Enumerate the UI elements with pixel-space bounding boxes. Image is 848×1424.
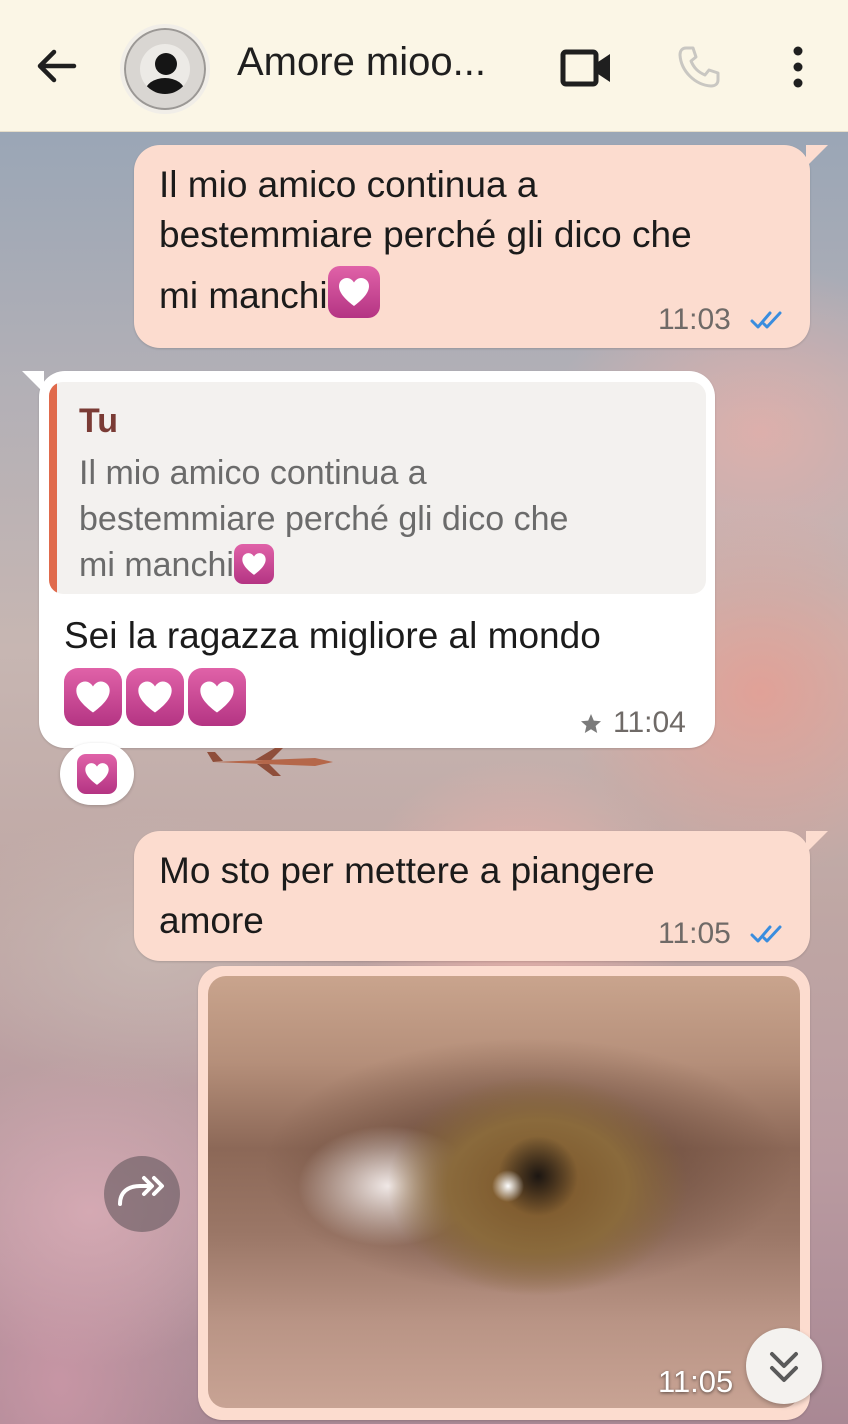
heart-emoji-icon [188,668,246,726]
quote-text: Il mio amico continua a bestemmiare perc… [79,450,699,588]
photo-eye-closeup[interactable] [208,976,800,1408]
quote-line: bestemmiare perché gli dico che [79,500,569,538]
forward-icon [118,1176,164,1206]
message-time: 11:03 [658,303,731,336]
arrow-left-icon [37,49,77,83]
heart-emoji-icon [126,668,184,726]
video-call-button[interactable] [560,46,614,90]
message-reaction[interactable] [60,743,134,805]
message-text: Il mio amico continua a bestemmiare perc… [159,160,799,321]
message-time: 11:05 [658,917,731,950]
quoted-message[interactable]: Tu Il mio amico continua a bestemmiare p… [49,382,706,594]
person-icon [145,53,185,94]
bubble-tail [806,145,828,167]
video-camera-icon [560,49,610,87]
scroll-to-bottom-button[interactable] [746,1328,822,1404]
image-message[interactable] [198,966,810,1420]
contact-name[interactable]: Amore mioo... [237,40,486,85]
voice-call-button[interactable] [676,44,722,90]
more-vertical-icon [793,46,803,88]
message-time: 11:04 [613,706,686,739]
quote-author: Tu [79,402,119,440]
forward-button[interactable] [104,1156,180,1232]
chevron-double-down-icon [770,1352,798,1382]
star-icon [581,714,601,733]
more-options-button[interactable] [786,44,810,90]
emoji-row [64,668,246,726]
message-line: Mo sto per mettere a piangere [159,850,655,891]
heart-emoji-icon [327,266,380,318]
heart-emoji-icon [233,544,274,584]
bubble-tail [22,371,44,393]
message-line: Il mio amico continua a [159,164,538,205]
heart-emoji-icon [77,754,117,794]
message-line: bestemmiare perché gli dico che [159,214,692,255]
read-ticks-icon [750,311,782,329]
heart-emoji-icon [64,668,122,726]
phone-icon [678,46,720,88]
read-ticks-icon [750,925,782,943]
quote-line: Il mio amico continua a [79,454,427,492]
chat-header: Amore mioo... [0,0,848,132]
bubble-tail [806,831,828,853]
quote-line: mi manchi [79,542,699,588]
contact-avatar[interactable] [120,24,210,114]
message-text: Sei la ragazza migliore al mondo [64,615,601,656]
back-button[interactable] [34,44,78,88]
message-time: 11:05 [658,1364,734,1399]
airplane-icon [207,748,333,776]
quote-bar [49,382,57,594]
